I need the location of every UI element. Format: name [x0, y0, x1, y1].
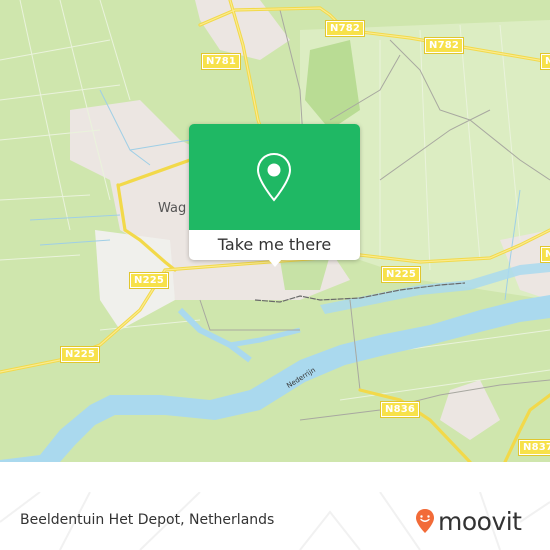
moovit-wordmark: moovit: [438, 506, 522, 536]
place-name: Beeldentuin Het Depot, Netherlands: [20, 512, 275, 528]
moovit-pin-logo-icon: [416, 509, 434, 533]
map-pin-icon: [256, 152, 292, 202]
road-shield-n836: N836: [379, 401, 421, 418]
road-shield-n782: N782: [324, 20, 366, 37]
footer-bar: Beeldentuin Het Depot, Netherlands moovi…: [0, 492, 550, 550]
road-shield-n225: N225: [59, 346, 101, 363]
destination-popup: Take me there: [189, 124, 360, 267]
popup-header: [189, 124, 360, 230]
road-shield-n837: N837: [517, 439, 550, 456]
road-shield-n782: N782: [423, 37, 465, 54]
road-shield-n781: N781: [200, 53, 242, 70]
road-shield-n225: N225: [539, 246, 550, 263]
town-label-wageningen: Wag: [158, 201, 187, 216]
road-shield-n225: N225: [128, 272, 170, 289]
popup-pointer: [268, 259, 282, 267]
road-shield-n782: N782: [539, 53, 550, 70]
take-me-there-button[interactable]: Take me there: [189, 230, 360, 260]
road-shield-n225: N225: [380, 266, 422, 283]
moovit-logo[interactable]: moovit: [415, 506, 522, 536]
